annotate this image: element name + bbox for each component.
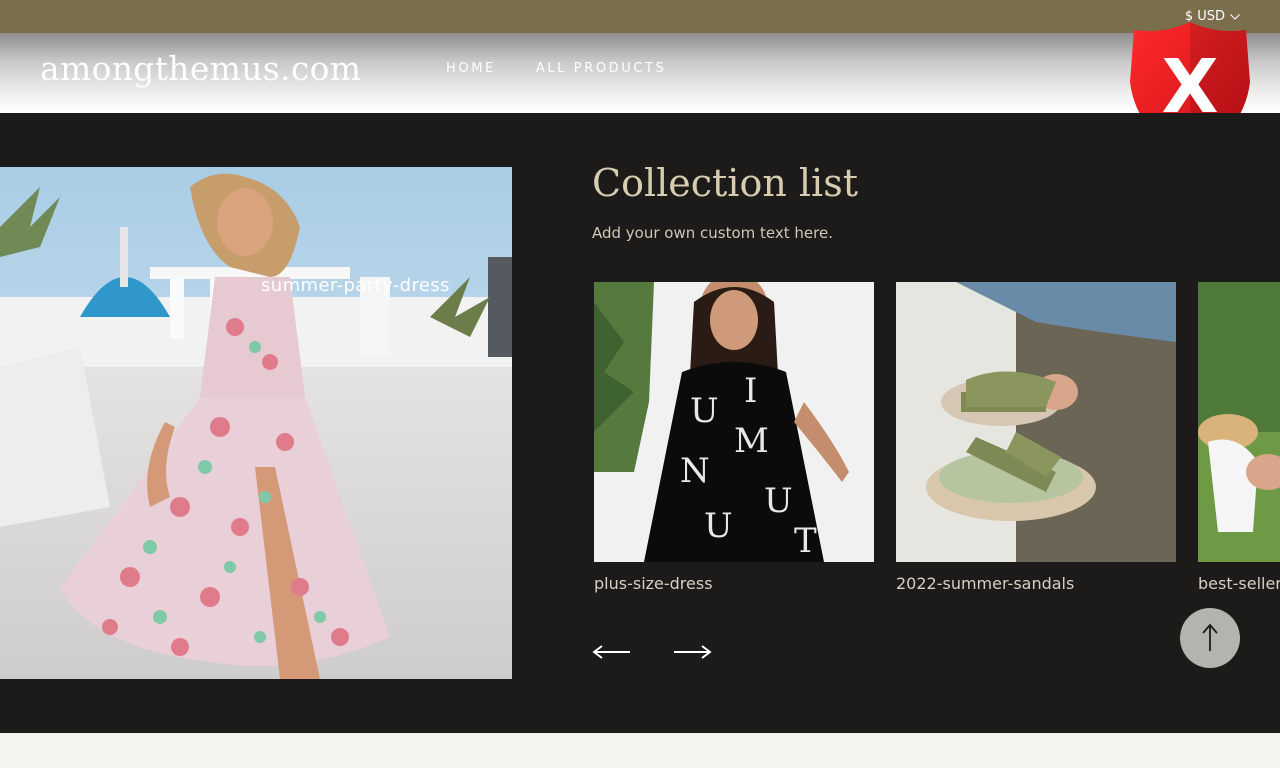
announcement-bar: $ USD: [0, 0, 1280, 33]
carousel-next-button[interactable]: [672, 642, 712, 662]
main-nav: HOME ALL PRODUCTS: [446, 61, 666, 76]
best-seller-image: [1198, 282, 1280, 562]
svg-text:U: U: [764, 481, 793, 521]
svg-text:M: M: [734, 421, 769, 461]
page-below-section: [0, 733, 1280, 768]
arrow-left-icon: [592, 645, 630, 659]
collection-card-label: best-seller: [1198, 574, 1280, 593]
scroll-to-top-button[interactable]: [1180, 608, 1240, 668]
nav-all-products[interactable]: ALL PRODUCTS: [536, 61, 667, 76]
collection-card-plus-size-dress[interactable]: U M N U U T I plus-size-dress: [594, 282, 874, 593]
nav-home[interactable]: HOME: [446, 61, 496, 76]
site-header: amongthemus.com HOME ALL PRODUCTS: [0, 33, 1280, 113]
collection-card-2022-summer-sandals[interactable]: 2022-summer-sandals: [896, 282, 1176, 593]
site-logo[interactable]: amongthemus.com: [40, 49, 361, 88]
summer-party-dress-image: [0, 167, 512, 679]
svg-text:N: N: [680, 451, 710, 491]
hero-collection-title: summer-party-dress: [261, 275, 450, 296]
arrow-up-icon: [1202, 623, 1218, 651]
svg-text:T: T: [794, 521, 817, 561]
carousel-prev-button[interactable]: [592, 642, 632, 662]
svg-text:U: U: [704, 506, 733, 546]
summer-sandals-image: [896, 282, 1176, 562]
collection-card-best-seller[interactable]: best-seller: [1198, 282, 1280, 593]
collection-carousel: U M N U U T I plus-size-dress 2022-summe…: [592, 113, 1280, 733]
svg-text:U: U: [690, 391, 719, 431]
arrow-right-icon: [674, 645, 712, 659]
collection-card-label: plus-size-dress: [594, 574, 713, 593]
plus-size-dress-image: U M N U U T I: [594, 282, 874, 562]
featured-collection-card[interactable]: summer-party-dress: [0, 167, 512, 679]
collection-section: summer-party-dress Collection list Add y…: [0, 113, 1280, 733]
svg-text:I: I: [744, 371, 757, 411]
collection-card-label: 2022-summer-sandals: [896, 574, 1075, 593]
